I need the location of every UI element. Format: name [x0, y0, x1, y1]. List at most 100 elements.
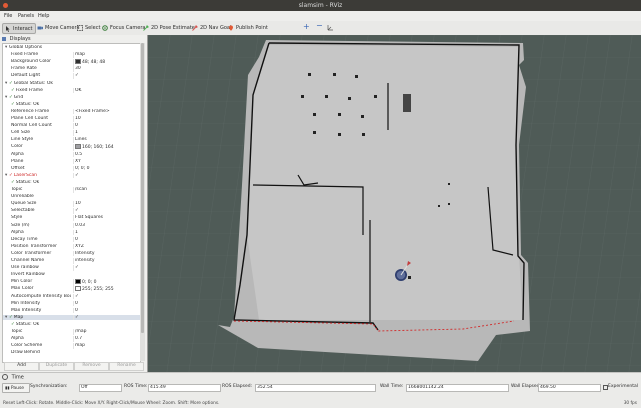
- display-property-value[interactable]: 255; 255; 255: [73, 286, 140, 293]
- display-tree-row[interactable]: Decay Time 0: [3, 236, 140, 243]
- display-property-value[interactable]: ✓: [73, 265, 140, 271]
- display-property-value[interactable]: <Fixed Frame>: [73, 108, 140, 115]
- render-view[interactable]: [148, 35, 641, 372]
- display-property-value[interactable]: ✓: [73, 208, 140, 214]
- display-tree-row[interactable]: Color Scheme map: [3, 343, 140, 349]
- display-property-value[interactable]: XYZ: [73, 243, 140, 250]
- plus-icon[interactable]: +: [303, 22, 310, 31]
- color-swatch[interactable]: [75, 279, 81, 285]
- display-tree-row[interactable]: Alpha 0.5: [3, 151, 140, 158]
- color-swatch[interactable]: [75, 59, 81, 65]
- display-property-value[interactable]: /map: [73, 329, 140, 335]
- display-tree-row[interactable]: ✓Status: Ok: [3, 102, 140, 108]
- color-swatch[interactable]: [75, 286, 81, 292]
- display-tree-row[interactable]: Max Color 255; 255; 255: [3, 286, 140, 293]
- display-tree-row[interactable]: Draw Behind: [3, 350, 140, 356]
- display-tree-row[interactable]: Plane Cell Count 10: [3, 116, 140, 122]
- display-property-value[interactable]: ✓: [73, 293, 140, 300]
- display-tree-row[interactable]: Topic/map: [3, 329, 140, 335]
- display-tree-row[interactable]: Plane XY: [3, 158, 140, 165]
- display-property-value[interactable]: 10: [73, 116, 140, 122]
- pose-estimate-button[interactable]: 2D Pose Estimate: [141, 23, 197, 32]
- display-tree-row[interactable]: Normal Cell Count 0: [3, 123, 140, 129]
- displays-scrollbar[interactable]: [140, 43, 145, 361]
- display-property-value[interactable]: ✓: [73, 314, 140, 321]
- display-tree-row[interactable]: Default Light ✓: [3, 73, 140, 79]
- display-tree-row[interactable]: Channel Name intensity: [3, 258, 140, 264]
- display-property-value[interactable]: 0.5: [73, 151, 140, 158]
- display-property-value[interactable]: OK: [73, 87, 140, 94]
- display-property-value[interactable]: 0: [73, 307, 140, 314]
- display-tree-row[interactable]: Autocompute Intensity Bounds ✓: [3, 293, 140, 300]
- display-property-value[interactable]: intensity: [73, 258, 140, 264]
- scrollbar-thumb[interactable]: [141, 43, 144, 333]
- display-property-value[interactable]: Intensity: [73, 250, 140, 257]
- wall-elapsed-field[interactable]: 469.50: [538, 384, 601, 392]
- display-tree-row[interactable]: ✓Status: Ok: [3, 322, 140, 328]
- color-swatch[interactable]: [75, 144, 81, 150]
- display-tree-row[interactable]: ▾ Global Options: [3, 45, 140, 51]
- display-property-value[interactable]: /scan: [73, 187, 140, 193]
- ros-time-field[interactable]: 415.49: [148, 384, 221, 392]
- display-tree-row[interactable]: ▾ ✓Grid: [3, 95, 140, 101]
- display-tree-row[interactable]: Use rainbow ✓: [3, 265, 140, 271]
- display-property-value[interactable]: 0; 0; 0: [73, 165, 140, 172]
- minus-icon[interactable]: −: [316, 21, 323, 30]
- sync-select[interactable]: Off: [79, 384, 122, 392]
- menu-panels[interactable]: Panels: [18, 13, 34, 19]
- display-tree-row[interactable]: Style Flat Squares: [3, 215, 140, 221]
- display-property-value[interactable]: 10: [73, 201, 140, 207]
- display-property-value[interactable]: map: [73, 52, 140, 58]
- rename-display-button[interactable]: Rename: [109, 362, 144, 371]
- display-property-value[interactable]: ✓: [73, 73, 140, 79]
- wall-time-field[interactable]: 1668001142.24: [406, 384, 509, 392]
- displays-tree[interactable]: ▾ Global Options Fixed Frame map Background …: [2, 43, 141, 363]
- select-button[interactable]: Select: [75, 23, 102, 32]
- display-property-value[interactable]: 48; 48; 48: [73, 59, 140, 66]
- display-tree-row[interactable]: Max Intensity 0: [3, 307, 140, 314]
- display-property-value[interactable]: 0: [73, 300, 140, 307]
- display-tree-row[interactable]: ✓Status: Ok: [3, 180, 140, 186]
- pause-button[interactable]: ▮▮ Pause: [2, 383, 30, 393]
- display-tree-row[interactable]: ▾ ✓Map ✓: [3, 314, 140, 321]
- display-property-value[interactable]: 0.7: [73, 336, 140, 342]
- display-tree-row[interactable]: Cell Size 1: [3, 130, 140, 136]
- display-tree-row[interactable]: Min Color 0; 0; 0: [3, 279, 140, 286]
- display-tree-row[interactable]: Line Style Lines: [3, 137, 140, 143]
- display-tree-row[interactable]: Offset 0; 0; 0: [3, 165, 140, 172]
- display-tree-row[interactable]: Background Color 48; 48; 48: [3, 59, 140, 66]
- display-tree-row[interactable]: Reference Frame <Fixed Frame>: [3, 108, 140, 115]
- display-property-value[interactable]: 0.03: [73, 222, 140, 229]
- display-tree-row[interactable]: Min Intensity 0: [3, 300, 140, 307]
- display-tree-row[interactable]: Topic/scan: [3, 187, 140, 193]
- publish-point-button[interactable]: Publish Point: [226, 23, 270, 32]
- display-property-value[interactable]: 1: [73, 130, 140, 136]
- menu-help[interactable]: Help: [38, 13, 49, 19]
- interact-button[interactable]: Interact: [2, 23, 36, 34]
- display-tree-row[interactable]: Position Transformer XYZ: [3, 243, 140, 250]
- display-property-value[interactable]: 0: [73, 236, 140, 243]
- display-property-value[interactable]: Flat Squares: [73, 215, 140, 221]
- display-tree-row[interactable]: Selectable ✓: [3, 208, 140, 214]
- display-tree-row[interactable]: Color 160; 160; 164: [3, 144, 140, 151]
- remove-display-button[interactable]: Remove: [74, 362, 109, 371]
- display-property-value[interactable]: Lines: [73, 137, 140, 143]
- axes-icon[interactable]: [327, 24, 334, 31]
- display-tree-row[interactable]: ✓Fixed Frame OK: [3, 87, 140, 94]
- display-property-value[interactable]: ✓: [73, 172, 140, 179]
- display-property-value[interactable]: 30: [73, 66, 140, 72]
- display-tree-row[interactable]: Frame Rate 30: [3, 66, 140, 72]
- menu-file[interactable]: File: [4, 13, 12, 19]
- display-tree-row[interactable]: Fixed Frame map: [3, 52, 140, 58]
- display-tree-row[interactable]: Queue Size 10: [3, 201, 140, 207]
- display-property-value[interactable]: 1: [73, 229, 140, 236]
- display-property-value[interactable]: 0: [73, 123, 140, 129]
- display-tree-row[interactable]: Size (m) 0.03: [3, 222, 140, 229]
- display-tree-row[interactable]: ▾ ✓LaserScan ✓: [3, 172, 140, 179]
- add-display-button[interactable]: Add: [4, 362, 39, 371]
- display-property-value[interactable]: XY: [73, 158, 140, 165]
- display-tree-row[interactable]: Alpha 1: [3, 229, 140, 236]
- display-tree-row[interactable]: Color Transformer Intensity: [3, 250, 140, 257]
- display-property-value[interactable]: 0; 0; 0: [73, 279, 140, 286]
- display-property-value[interactable]: map: [73, 343, 140, 349]
